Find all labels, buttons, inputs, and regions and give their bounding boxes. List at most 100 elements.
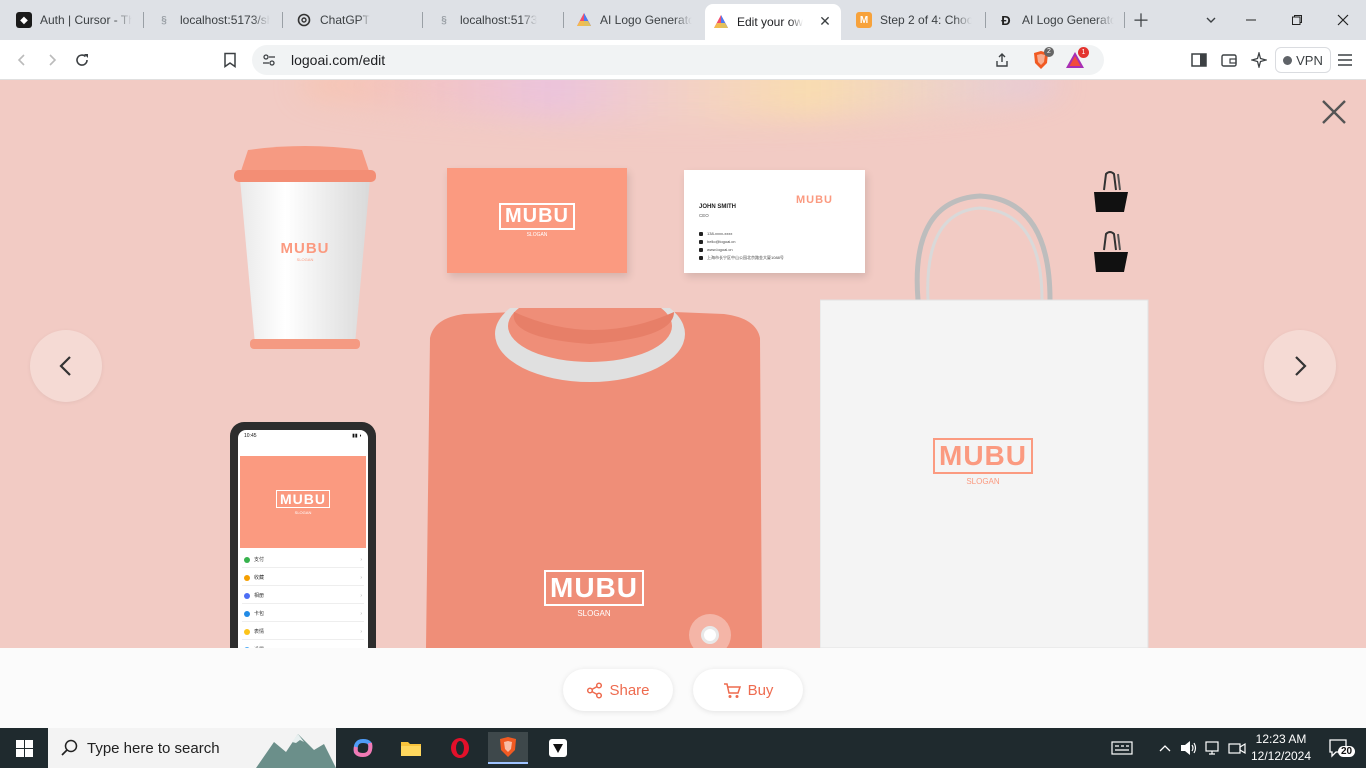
brave-browser-icon[interactable] <box>488 732 528 764</box>
sidebar-toggle-icon[interactable] <box>1187 48 1211 72</box>
logoai-icon <box>713 14 729 30</box>
tab-ai-logo-generator[interactable]: AI Logo Generato <box>568 4 700 36</box>
restore-icon[interactable] <box>1285 8 1309 32</box>
tab-ai-logo-generator-2[interactable]: Ð AI Logo Generato <box>990 4 1122 36</box>
mail-icon <box>699 239 703 244</box>
buy-label: Buy <box>747 681 774 699</box>
share-button[interactable]: Share <box>563 669 673 711</box>
clock-time: 12:23 AM <box>1255 732 1307 746</box>
shirt-brand-text: MUBU <box>544 570 644 606</box>
shirt-logo: MUBU SLOGAN <box>526 570 662 618</box>
card-phone: 138-xxxx-xxxx <box>707 231 733 236</box>
card-name: JOHN SMITH <box>699 204 737 210</box>
bookmark-icon[interactable] <box>218 48 242 72</box>
forward-icon[interactable] <box>40 48 64 72</box>
tab-title: ChatGPT <box>320 13 371 27</box>
tab-title: Auth | Cursor - Th <box>40 13 132 27</box>
decorative-glow <box>300 80 1060 120</box>
copilot-icon[interactable] <box>343 732 383 764</box>
cup-logo: MUBU SLOGAN <box>270 240 340 262</box>
tab-localhost-sh[interactable]: § localhost:5173/sh <box>148 4 278 36</box>
system-clock[interactable]: 12:23 AM 12/12/2024 <box>1250 731 1312 765</box>
browser-toolbar: logoai.com/edit 2 1 VPN <box>0 40 1366 80</box>
phone-menu-item: 收藏 › <box>242 570 364 586</box>
phone-menu-item: 表情 › <box>242 624 364 640</box>
location-icon <box>699 256 703 260</box>
chevron-left-icon <box>59 356 71 376</box>
minimize-icon[interactable] <box>1239 8 1263 32</box>
tab-title: AI Logo Generato <box>600 13 692 27</box>
m-icon: M <box>856 12 872 28</box>
share-label: Share <box>609 681 650 699</box>
openai-icon <box>296 12 312 28</box>
d-icon: Ð <box>1001 12 1011 28</box>
network-icon[interactable] <box>1202 728 1224 768</box>
address-bar[interactable]: logoai.com/edit 2 1 <box>252 45 1104 75</box>
next-mockup-button[interactable] <box>1264 330 1336 402</box>
vpn-button[interactable]: VPN <box>1275 47 1331 73</box>
card-email: hello@logoai.cn <box>707 239 736 244</box>
menu-icon[interactable] <box>1333 48 1357 72</box>
close-window-icon[interactable] <box>1331 8 1355 32</box>
phone-menu-item: 卡包 › <box>242 606 364 622</box>
wallet-icon[interactable] <box>1217 48 1241 72</box>
tab-search-chevron-icon[interactable] <box>1199 8 1223 32</box>
tab-localhost[interactable]: § localhost:5173 <box>428 4 558 36</box>
search-placeholder: Type here to search <box>87 740 220 757</box>
share-page-icon[interactable] <box>994 52 1010 73</box>
bag-brand-text: MUBU <box>933 438 1033 474</box>
phone-banner: MUBU SLOGAN <box>240 456 366 548</box>
previous-mockup-button[interactable] <box>30 330 102 402</box>
taskbar-search-box[interactable]: Type here to search <box>48 728 336 768</box>
cup-slogan: SLOGAN <box>296 257 314 262</box>
tab-title: localhost:5173 <box>460 13 538 27</box>
site-settings-icon[interactable] <box>262 53 276 72</box>
bag-logo: MUBU SLOGAN <box>916 438 1050 486</box>
buy-button[interactable]: Buy <box>693 669 803 711</box>
volume-icon[interactable] <box>1178 728 1200 768</box>
cursor-icon: ◆ <box>16 12 32 28</box>
logoai-icon <box>576 12 592 28</box>
tab-auth-cursor[interactable]: ◆ Auth | Cursor - Th <box>8 4 140 36</box>
card-role: CEO <box>699 213 709 218</box>
s-icon: § <box>161 14 167 26</box>
vpn-status-icon <box>1283 55 1293 65</box>
card-web: www.logoai.cn <box>707 247 733 252</box>
card-front-slogan: SLOGAN <box>526 232 548 238</box>
close-tab-icon[interactable]: ✕ <box>817 13 833 29</box>
keyboard-layout-icon[interactable] <box>1108 728 1136 768</box>
s-icon: § <box>441 14 447 26</box>
tab-step-2-of-4[interactable]: M Step 2 of 4: Choo <box>848 4 980 36</box>
cursor-app-icon[interactable] <box>538 732 578 764</box>
shields-count-badge: 2 <box>1044 47 1054 57</box>
search-icon <box>61 739 78 756</box>
chevron-right-icon <box>1295 356 1307 376</box>
new-tab-icon[interactable]: ＋ <box>1129 8 1153 32</box>
cup-brand-text: MUBU <box>280 240 330 257</box>
tab-chatgpt[interactable]: ChatGPT <box>288 4 418 36</box>
reload-icon[interactable] <box>70 48 94 72</box>
globe-icon <box>699 247 703 252</box>
file-explorer-icon[interactable] <box>391 732 431 764</box>
camera-status-icon[interactable] <box>1226 728 1248 768</box>
show-hidden-icons-chevron-icon[interactable] <box>1155 728 1175 768</box>
mockup-preview: MUBU SLOGAN MUBU SLOGAN MUBU JOHN SMITH … <box>0 80 1366 648</box>
cart-icon <box>723 682 741 698</box>
phone-icon <box>699 231 703 236</box>
card-front-logo: MUBU <box>499 203 575 230</box>
rewards-count-badge: 1 <box>1078 47 1089 58</box>
shirt-slogan: SLOGAN <box>577 609 611 618</box>
business-card-front: MUBU SLOGAN <box>447 168 627 273</box>
signal-icon: ▮▮ ◗ <box>352 433 362 439</box>
notification-center-button[interactable]: 20 <box>1322 728 1356 768</box>
tab-title: localhost:5173/sh <box>180 13 270 27</box>
phone-brand-text: MUBU <box>276 489 330 508</box>
back-icon[interactable] <box>10 48 34 72</box>
coffee-cup-mockup: MUBU SLOGAN <box>230 144 380 354</box>
leo-ai-icon[interactable] <box>1247 48 1271 72</box>
start-button[interactable] <box>0 728 48 768</box>
tab-strip: ◆ Auth | Cursor - Th § localhost:5173/sh… <box>0 0 1366 40</box>
close-preview-icon[interactable] <box>1318 96 1350 128</box>
tab-edit-your-own[interactable]: Edit your ow ✕ <box>705 4 841 40</box>
opera-icon[interactable] <box>440 732 480 764</box>
